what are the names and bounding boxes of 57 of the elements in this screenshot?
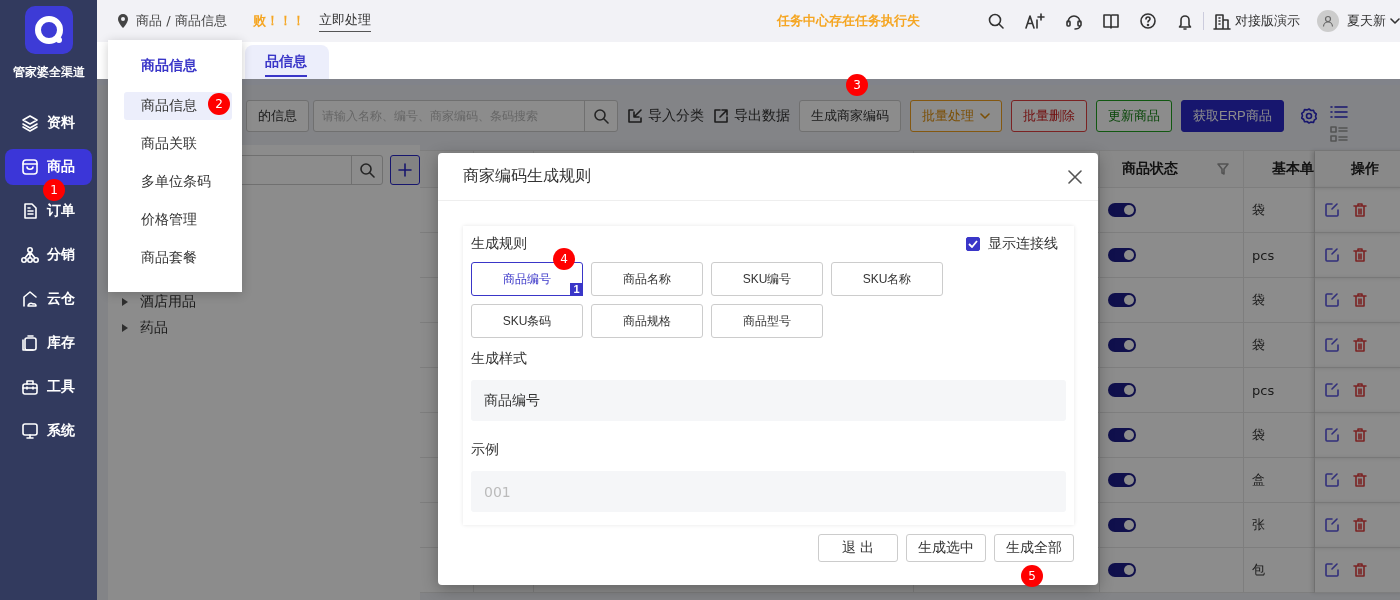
column-header: 基本单 [1272,160,1314,178]
pattern-field[interactable]: 商品编号 [471,380,1066,421]
table-cell: 盒 [1252,471,1265,489]
dialog-button[interactable]: 退 出 [818,534,898,562]
table-cell: 袋 [1252,291,1265,309]
breadcrumb: 商品 / 商品信息 [136,12,227,30]
rule-chip[interactable]: 商品规格 [591,304,703,338]
menu-item[interactable]: 多单位条码 [124,168,232,196]
process-now-link[interactable]: 立即处理 [318,10,371,32]
sidebar-item[interactable]: 系统 [5,413,92,449]
tree-item[interactable]: 药品 [108,315,420,341]
dialog-button[interactable]: 生成全部 [994,534,1074,562]
table-cell: pcs [1252,382,1275,398]
rule-chip[interactable]: 商品编号 1 [471,262,583,296]
brand-name: 管家婆全渠道 [12,64,85,81]
import-link[interactable]: 导入分类 [627,107,704,125]
export-link[interactable]: 导出数据 [713,107,790,125]
sidebar-item[interactable]: 库存 [5,325,92,361]
checkbox-label[interactable]: 显示连接线 [988,235,1058,253]
table-cell: pcs [1252,247,1275,263]
dialog-title: 商家编码生成规则 [463,166,591,187]
task-notice: 任务中心存在任务执行失 [777,12,921,30]
section-label: 生成样式 [471,350,528,368]
sidebar-item[interactable]: 资料 [5,105,92,141]
dialog-button[interactable]: 生成选中 [906,534,986,562]
rule-chip[interactable]: 商品型号 [711,304,823,338]
rule-chip[interactable]: 商品名称 [591,262,703,296]
menu-item[interactable]: 商品套餐 [124,244,232,272]
menu-item[interactable]: 价格管理 [124,206,232,234]
table-cell: 包 [1252,561,1265,579]
toolbar-button[interactable]: 的信息 [246,100,309,132]
sidebar-item[interactable]: 商品 [5,149,92,185]
page-tab[interactable]: 品信息 [245,45,329,79]
rule-chip[interactable]: SKU条码 [471,304,583,338]
section-label: 生成规则 [471,235,527,253]
menu-heading: 商品信息 [140,57,197,75]
toolbar-button[interactable]: 获取ERP商品 [1181,100,1284,132]
sidebar-item[interactable]: 云仓 [5,281,92,317]
toolbar-button[interactable]: 生成商家编码 [799,100,901,132]
table-cell: 袋 [1252,336,1265,354]
table-cell: 张 [1252,516,1265,534]
toolbar-button[interactable]: 批量删除 [1011,100,1087,132]
column-header: 操作 [1350,160,1379,178]
account-name[interactable]: 对接版演示 [1235,12,1300,30]
rule-chip[interactable]: SKU名称 [831,262,943,296]
table-cell: 袋 [1252,201,1265,219]
rule-chip[interactable]: SKU编号 [711,262,823,296]
order-badge: 1 [570,283,583,296]
column-header: 商品状态 [1122,160,1178,178]
user-name[interactable]: 夏天新 [1347,12,1386,30]
alert-text: 败！！！ [252,12,305,30]
tree-item[interactable]: 酒店用品 [108,289,420,315]
sidebar-item[interactable]: 分销 [5,237,92,273]
sidebar-item[interactable]: 工具 [5,369,92,405]
menu-item[interactable]: 商品关联 [124,130,232,158]
table-cell: 袋 [1252,426,1265,444]
section-label: 示例 [471,441,500,459]
